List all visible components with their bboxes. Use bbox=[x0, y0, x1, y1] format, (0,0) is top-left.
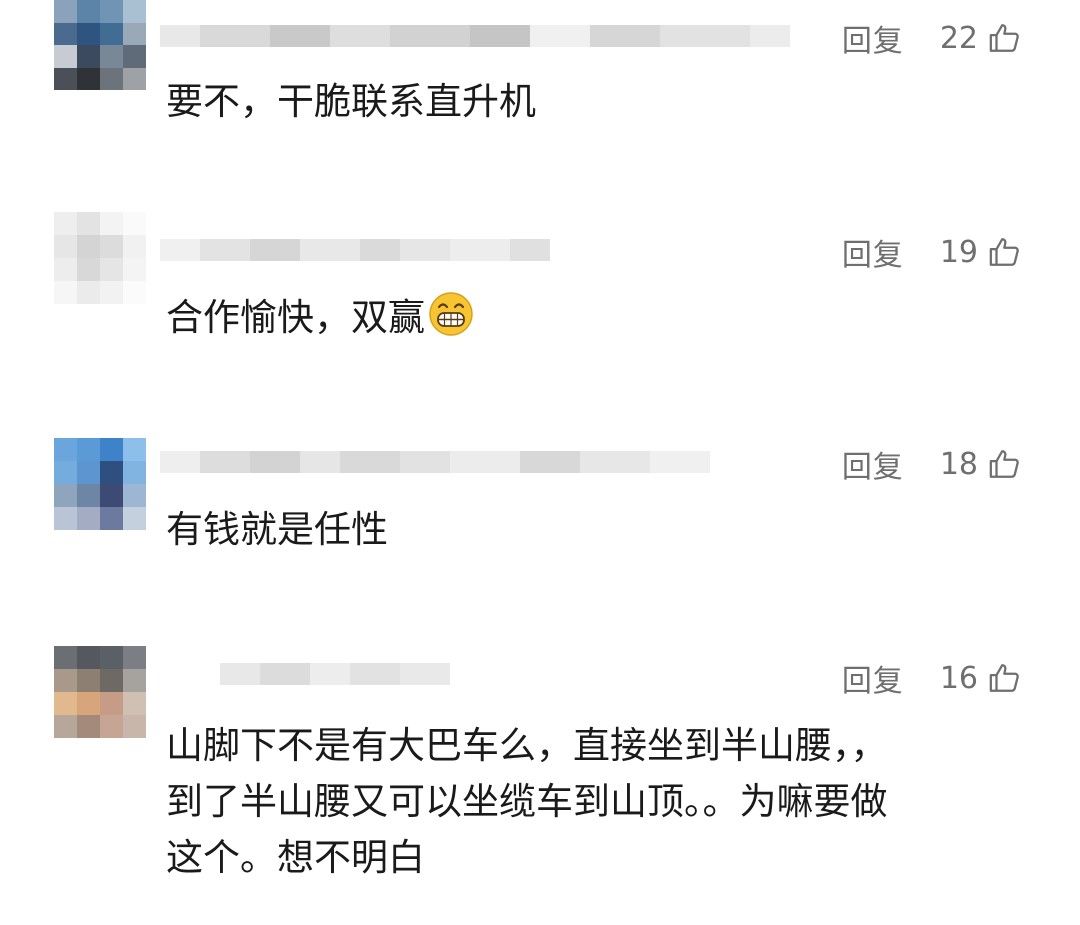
comment-text-content: 合作愉快，双赢 bbox=[166, 296, 425, 339]
reply-button[interactable]: 回复 bbox=[842, 442, 904, 486]
like-count: 16 bbox=[939, 660, 978, 696]
thumbs-up-icon[interactable] bbox=[988, 661, 1022, 695]
comment-text-line: 到了半山腰又可以坐缆车到山顶。。为嘛要做 bbox=[166, 780, 888, 823]
username-blurred[interactable] bbox=[160, 14, 790, 58]
avatar[interactable] bbox=[54, 646, 146, 738]
comment-actions: 回复 22 bbox=[842, 16, 1022, 60]
comment-text: 合作愉快，双赢 bbox=[166, 290, 1016, 346]
comment-text-line: 这个。想不明白 bbox=[166, 836, 425, 879]
avatar[interactable] bbox=[54, 438, 146, 530]
comment-text: 要不，干脆联系直升机 bbox=[166, 80, 536, 123]
thumbs-up-icon[interactable] bbox=[988, 21, 1022, 55]
comment-actions: 回复 16 bbox=[842, 656, 1022, 700]
reply-button[interactable]: 回复 bbox=[842, 656, 904, 700]
avatar[interactable] bbox=[54, 212, 146, 304]
like-count: 18 bbox=[939, 446, 978, 482]
avatar[interactable] bbox=[54, 0, 146, 90]
like-count: 19 bbox=[939, 234, 978, 270]
comment-text: 山脚下不是有大巴车么，直接坐到半山腰，， 到了半山腰又可以坐缆车到山顶。。为嘛要… bbox=[166, 718, 1016, 886]
thumbs-up-icon[interactable] bbox=[988, 447, 1022, 481]
grinning-face-emoji bbox=[429, 292, 473, 336]
username-blurred[interactable] bbox=[160, 440, 710, 484]
reply-button[interactable]: 回复 bbox=[842, 16, 904, 60]
comment-actions: 回复 18 bbox=[842, 442, 1022, 486]
username-blurred[interactable] bbox=[160, 228, 550, 272]
comment-text-line: 山脚下不是有大巴车么，直接坐到半山腰，， bbox=[166, 724, 888, 767]
comment-actions: 回复 19 bbox=[842, 230, 1022, 274]
like-count: 22 bbox=[939, 20, 978, 56]
reply-button[interactable]: 回复 bbox=[842, 230, 904, 274]
thumbs-up-icon[interactable] bbox=[988, 235, 1022, 269]
comment-text: 有钱就是任性 bbox=[166, 508, 388, 551]
username-blurred[interactable] bbox=[160, 652, 450, 696]
